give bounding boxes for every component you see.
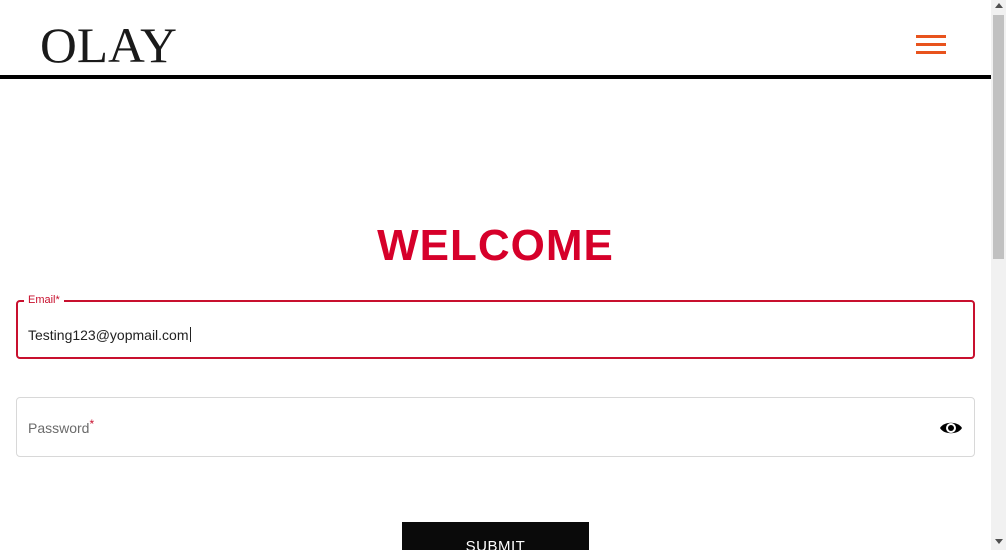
submit-button[interactable]: SUBMIT: [402, 522, 589, 550]
welcome-heading: WELCOME: [377, 221, 614, 270]
email-input-value: Testing123@yopmail.com: [28, 327, 189, 343]
email-label-text: Email: [28, 294, 56, 306]
eye-icon[interactable]: [938, 417, 964, 439]
scroll-up-arrow-icon[interactable]: [995, 3, 1003, 8]
email-field[interactable]: Email* Testing123@yopmail.com: [16, 293, 975, 359]
scroll-down-arrow-icon[interactable]: [995, 539, 1003, 544]
hamburger-menu-icon[interactable]: [912, 32, 946, 58]
email-required-mark: *: [55, 294, 60, 306]
scrollbar-thumb[interactable]: [993, 15, 1004, 259]
email-field-label: Email*: [24, 293, 64, 307]
menu-bar-bottom: [916, 51, 946, 54]
password-label-text: Password: [28, 420, 90, 436]
menu-bar-middle: [916, 43, 946, 46]
email-input[interactable]: Testing123@yopmail.com: [28, 326, 191, 344]
password-field[interactable]: Password*: [16, 397, 975, 457]
site-header: OLAY: [0, 0, 991, 75]
eye-icon-graphic: [940, 422, 962, 434]
page-scrollbar[interactable]: [991, 0, 1006, 550]
password-field-label: Password*: [28, 417, 95, 437]
login-page: OLAY WELCOME Email* Testing123@yopmail.c…: [0, 0, 991, 550]
menu-bar-top: [916, 35, 946, 38]
header-divider: [0, 75, 991, 79]
olay-logo[interactable]: OLAY: [40, 18, 177, 72]
password-required-mark: *: [89, 417, 95, 431]
text-caret: [189, 327, 191, 342]
